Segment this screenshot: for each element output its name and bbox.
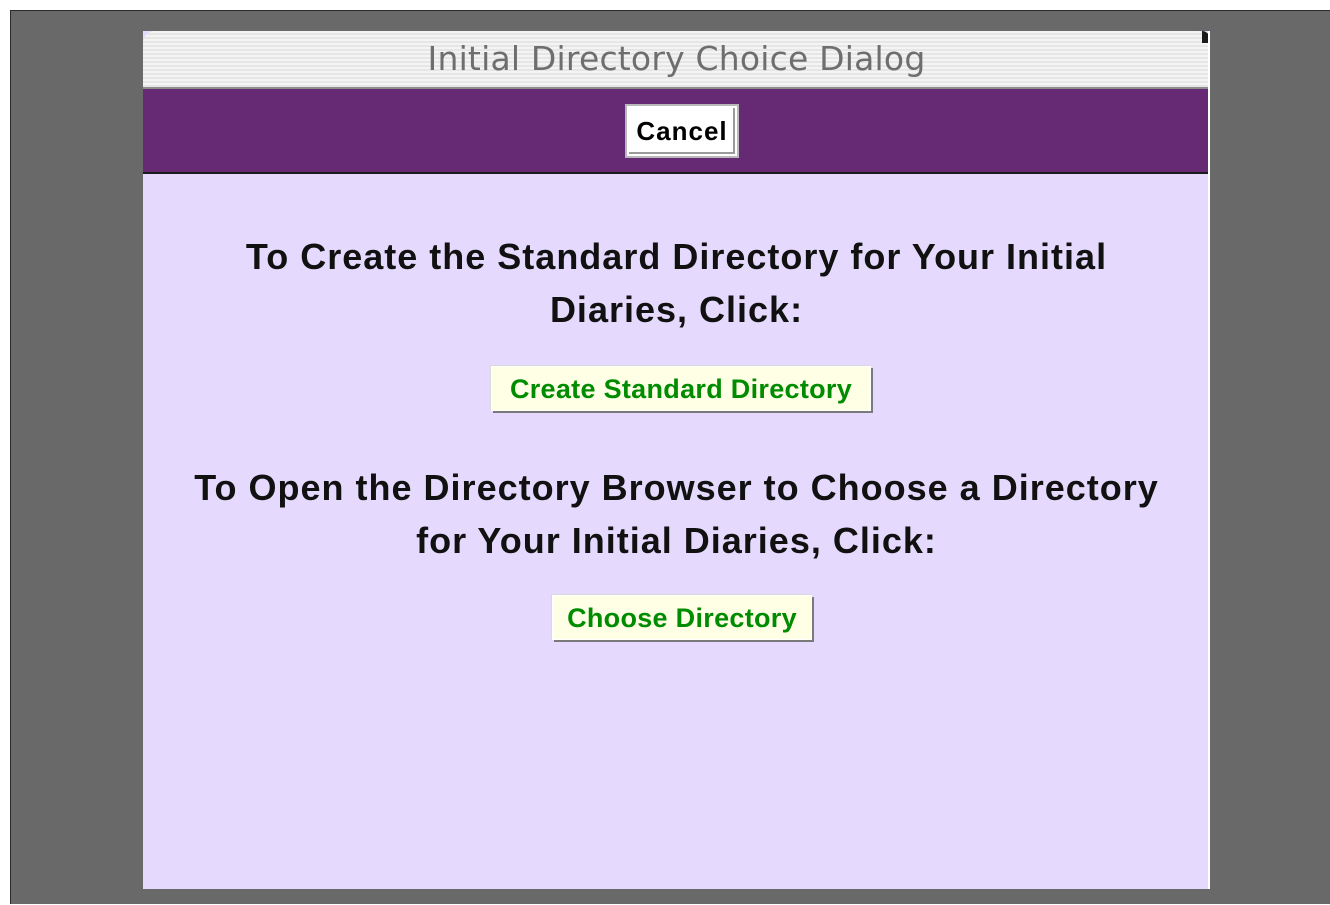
title-bar[interactable]: Initial Directory Choice Dialog [143,31,1210,89]
create-instruction: To Create the Standard Directory for You… [245,236,1108,330]
browse-instruction: To Open the Directory Browser to Choose … [194,467,1159,561]
initial-directory-dialog: Initial Directory Choice Dialog Cancel T… [143,31,1210,889]
cancel-button[interactable]: Cancel [625,104,739,158]
toolbar: Cancel [143,89,1210,174]
create-standard-directory-button[interactable]: Create Standard Directory [491,366,871,411]
choose-directory-button[interactable]: Choose Directory [552,595,812,640]
dialog-right-border [1208,31,1210,889]
dialog-title: Initial Directory Choice Dialog [427,39,926,78]
